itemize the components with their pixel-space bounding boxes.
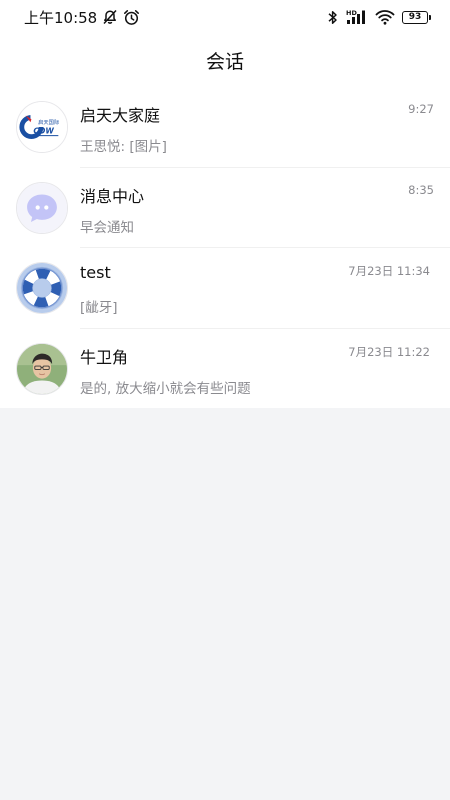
conversation-list: 启天国际 CDW 启天大家庭 9:27 王思悦: [图片] 消息中心 8:35 …	[0, 86, 450, 408]
conversation-item[interactable]: 牛卫角 7月23日 11:22 是的, 放大缩小就会有些问题	[0, 327, 450, 409]
conversation-time: 7月23日 11:34	[348, 264, 430, 278]
group-logo-icon: 启天国际 CDW	[17, 102, 67, 152]
conversation-item[interactable]: 消息中心 8:35 早会通知	[0, 166, 450, 248]
lifebuoy-icon	[17, 263, 67, 313]
conversation-preview: 是的, 放大缩小就会有些问题	[80, 380, 251, 397]
conversation-preview: [龇牙]	[80, 300, 118, 316]
wifi-icon	[375, 9, 395, 25]
alarm-icon	[123, 9, 140, 26]
bell-off-icon	[102, 9, 118, 25]
page-title: 会话	[205, 50, 244, 73]
chat-bubble-icon	[17, 182, 67, 233]
conversation-time: 7月23日 11:22	[348, 344, 430, 359]
conversation-time: 8:35	[408, 182, 434, 197]
conversation-name: 启天大家庭	[80, 106, 161, 125]
bluetooth-icon	[327, 9, 339, 26]
status-right: HD 93	[327, 9, 431, 26]
network-badge: HD	[346, 9, 357, 17]
conversation-name: test	[80, 263, 111, 282]
avatar-logo-mark: CDW	[33, 127, 54, 136]
avatar: 启天国际 CDW	[16, 101, 68, 153]
conversation-preview: 王思悦: [图片]	[80, 139, 167, 155]
conversation-preview: 早会通知	[80, 219, 134, 236]
avatar	[16, 181, 68, 234]
avatar	[16, 262, 68, 314]
app-header: 会话	[0, 34, 450, 86]
conversation-item[interactable]: 启天国际 CDW 启天大家庭 9:27 王思悦: [图片]	[0, 86, 450, 167]
avatar-logo-text: 启天国际	[38, 118, 60, 126]
signal-icon: HD	[346, 9, 368, 25]
status-time: 上午10:58	[24, 8, 98, 27]
avatar	[16, 342, 68, 395]
conversation-name: 牛卫角	[80, 347, 129, 367]
status-left: 上午10:58	[24, 7, 140, 28]
battery-icon: 93	[402, 10, 431, 24]
conversation-time: 9:27	[408, 102, 434, 116]
person-photo-icon	[17, 343, 67, 394]
status-bar: 上午10:58 HD 93	[0, 0, 450, 34]
battery-level: 93	[408, 11, 422, 22]
conversation-name: 消息中心	[80, 186, 145, 206]
conversation-item[interactable]: test 7月23日 11:34 [龇牙]	[0, 247, 450, 328]
